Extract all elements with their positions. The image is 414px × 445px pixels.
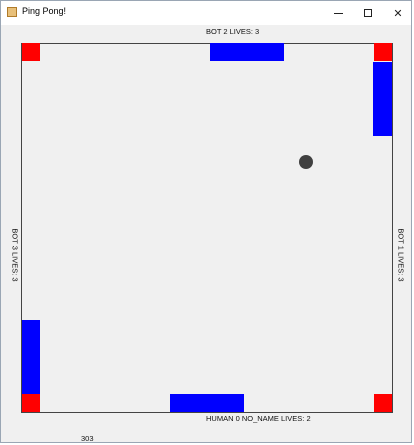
game-field bbox=[21, 43, 393, 413]
window-title: Ping Pong! bbox=[22, 6, 67, 16]
corner-top-left bbox=[22, 43, 40, 61]
corner-top-right bbox=[374, 43, 392, 61]
paddle-left-bot3 bbox=[22, 320, 40, 394]
player-left-status: BOT 3 LIVES: 3 bbox=[10, 228, 20, 282]
minimize-button[interactable] bbox=[323, 1, 353, 25]
player-top-status: BOT 2 LIVES: 3 bbox=[206, 27, 260, 36]
paddle-right-bot1 bbox=[373, 62, 392, 136]
java-app-icon bbox=[7, 7, 17, 17]
close-button[interactable]: ✕ bbox=[383, 1, 413, 25]
ball bbox=[299, 155, 313, 169]
paddle-top-bot2 bbox=[210, 43, 284, 61]
title-bar[interactable]: Ping Pong! ✕ bbox=[1, 1, 411, 25]
maximize-icon bbox=[364, 9, 372, 17]
corner-bottom-right bbox=[374, 394, 392, 412]
paddle-bottom-human[interactable] bbox=[170, 394, 244, 412]
close-icon: ✕ bbox=[393, 7, 403, 20]
frame-counter: 303 bbox=[81, 434, 94, 443]
player-bottom-status: HUMAN 0 NO_NAME LIVES: 2 bbox=[206, 414, 311, 423]
game-window: Ping Pong! ✕ BOT 2 LIVES: 3 BOT 3 LIVES:… bbox=[0, 0, 412, 443]
maximize-button[interactable] bbox=[353, 1, 383, 25]
player-right-status: BOT 1 LIVES: 3 bbox=[396, 228, 406, 282]
minimize-icon bbox=[333, 12, 343, 14]
corner-bottom-left bbox=[22, 394, 40, 412]
